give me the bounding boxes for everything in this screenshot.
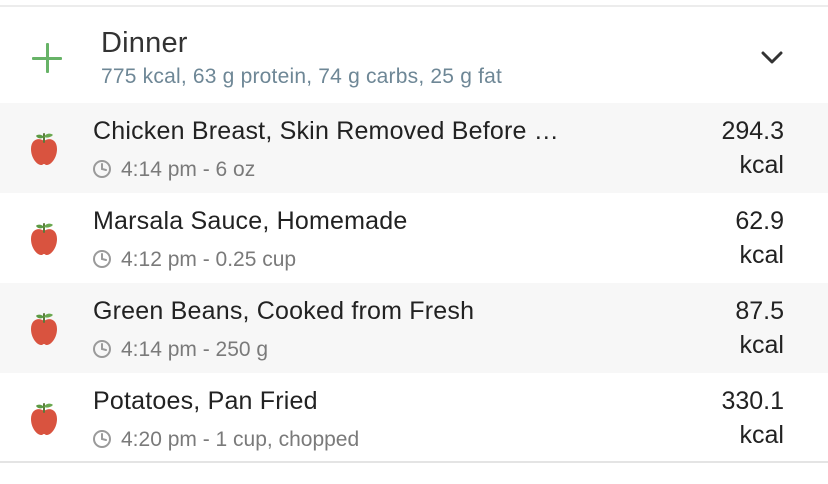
kcal-value: 87.5 — [735, 297, 784, 325]
food-row[interactable]: Marsala Sauce, Homemade 4:12 pm - 0.25 c… — [0, 193, 828, 283]
food-row[interactable]: Chicken Breast, Skin Removed Before … 4:… — [0, 103, 828, 193]
apple-icon — [31, 313, 57, 345]
food-time-serving: 4:14 pm - 6 oz — [121, 158, 256, 181]
meal-card: Dinner 775 kcal, 63 g protein, 74 g carb… — [0, 5, 828, 463]
food-name: Green Beans, Cooked from Fresh — [93, 297, 475, 325]
kcal-unit: kcal — [739, 151, 784, 179]
food-meta: 4:14 pm - 250 g — [92, 338, 268, 362]
food-row[interactable]: Potatoes, Pan Fried 4:20 pm - 1 cup, cho… — [0, 373, 828, 463]
chevron-down-icon[interactable] — [758, 43, 786, 71]
apple-icon — [31, 403, 57, 435]
clock-icon — [93, 430, 111, 448]
food-time-serving: 4:20 pm - 1 cup, chopped — [121, 428, 360, 451]
meal-summary: 775 kcal, 63 g protein, 74 g carbs, 25 g… — [101, 65, 503, 88]
food-time-serving: 4:14 pm - 250 g — [121, 338, 269, 361]
kcal-unit: kcal — [739, 241, 784, 269]
clock-icon — [93, 160, 111, 178]
food-name: Chicken Breast, Skin Removed Before … — [93, 117, 559, 145]
food-meta: 4:12 pm - 0.25 cup — [92, 248, 296, 272]
kcal-value: 294.3 — [721, 117, 784, 145]
food-row[interactable]: Green Beans, Cooked from Fresh 4:14 pm -… — [0, 283, 828, 373]
apple-icon — [31, 133, 57, 165]
kcal-unit: kcal — [739, 421, 784, 449]
food-name: Marsala Sauce, Homemade — [93, 207, 408, 235]
meal-title: Dinner — [101, 27, 188, 59]
kcal-value: 330.1 — [721, 387, 784, 415]
food-time-serving: 4:12 pm - 0.25 cup — [121, 248, 297, 271]
clock-icon — [93, 250, 111, 268]
add-food-button[interactable] — [30, 41, 64, 75]
meal-header[interactable]: Dinner 775 kcal, 63 g protein, 74 g carb… — [0, 7, 828, 103]
food-meta: 4:20 pm - 1 cup, chopped — [92, 428, 359, 452]
clock-icon — [93, 340, 111, 358]
food-meta: 4:14 pm - 6 oz — [92, 158, 255, 182]
food-name: Potatoes, Pan Fried — [93, 387, 318, 415]
kcal-value: 62.9 — [735, 207, 784, 235]
kcal-unit: kcal — [739, 331, 784, 359]
apple-icon — [31, 223, 57, 255]
